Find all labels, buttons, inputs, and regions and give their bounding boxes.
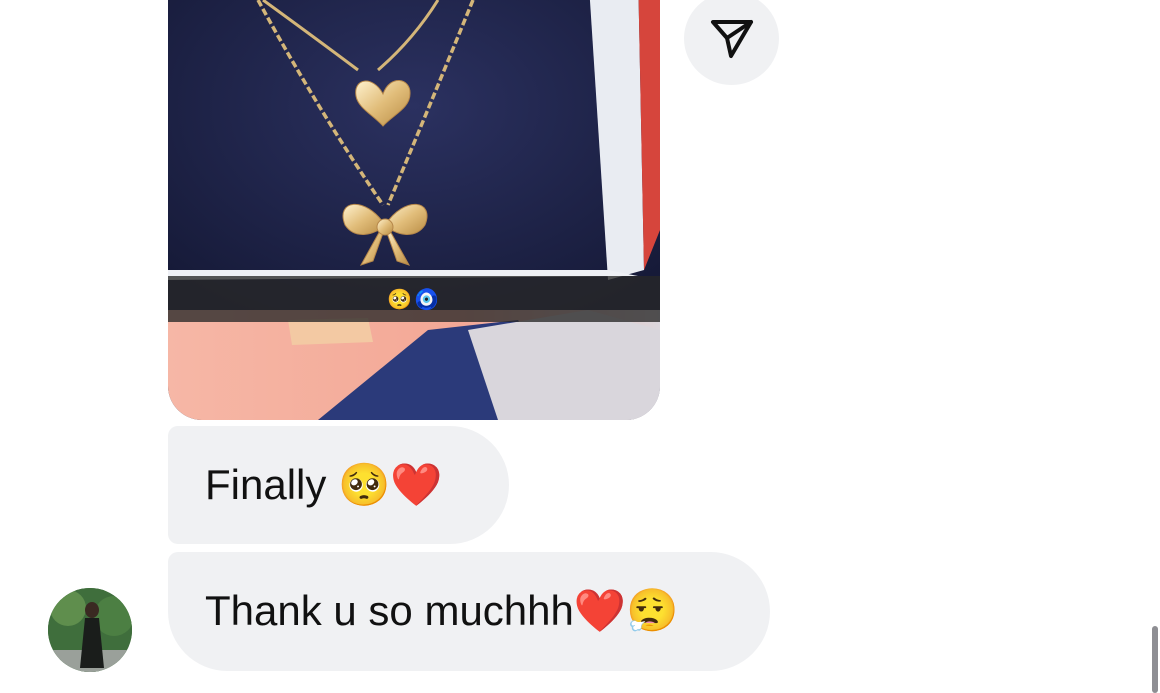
chat-screen: 🥺🧿 Finally 🥺❤️ Thank u so muchhh❤️😮‍💨 xyxy=(0,0,1160,693)
sender-avatar[interactable] xyxy=(48,588,132,672)
share-button[interactable] xyxy=(684,0,779,85)
story-caption: 🥺🧿 xyxy=(387,287,441,311)
message-text: Thank u so muchhh❤️😮‍💨 xyxy=(205,587,679,634)
user-avatar-icon xyxy=(48,588,132,672)
paper-plane-icon xyxy=(710,19,753,58)
shared-photo[interactable]: 🥺🧿 xyxy=(168,0,660,420)
message-bubble[interactable]: Thank u so muchhh❤️😮‍💨 xyxy=(168,552,770,671)
message-text: Finally 🥺❤️ xyxy=(205,460,443,508)
necklace-image xyxy=(168,0,660,420)
scrollbar[interactable] xyxy=(1152,626,1158,693)
message-bubble[interactable]: Finally 🥺❤️ xyxy=(168,426,509,544)
story-caption-bar: 🥺🧿 xyxy=(168,276,660,322)
